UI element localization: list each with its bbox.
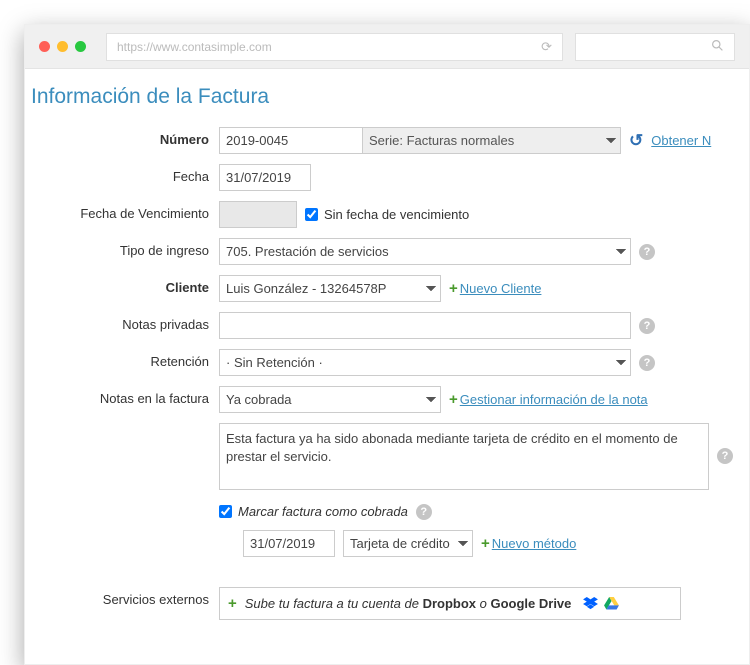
app-window: https://www.contasimple.com ⟳ Informació… xyxy=(24,24,750,665)
help-icon[interactable]: ? xyxy=(416,504,432,520)
refresh-icon[interactable]: ⟳ xyxy=(541,39,552,55)
sin-fecha-venc-check[interactable]: Sin fecha de vencimiento xyxy=(305,207,469,222)
notas-priv-input[interactable] xyxy=(219,312,631,339)
serie-select[interactable]: Serie: Facturas normales xyxy=(363,127,621,154)
row-tipo-ingreso: 705. Prestación de servicios ? xyxy=(219,238,739,265)
plus-icon: + xyxy=(228,595,237,612)
serv-ext-text: Sube tu factura a tu cuenta de Dropbox o… xyxy=(245,596,572,611)
nuevo-metodo-link[interactable]: +Nuevo método xyxy=(481,535,576,552)
search-icon xyxy=(711,39,724,55)
row-notas-priv: ? xyxy=(219,312,739,339)
nuevo-cliente-link[interactable]: +Nuevo Cliente xyxy=(449,280,541,297)
cliente-select[interactable]: Luis González - 13264578P xyxy=(219,275,441,302)
search-bar[interactable] xyxy=(575,33,735,61)
browser-toolbar: https://www.contasimple.com ⟳ xyxy=(25,25,749,69)
numero-serie-group: Serie: Facturas normales xyxy=(219,127,621,154)
url-bar[interactable]: https://www.contasimple.com ⟳ xyxy=(106,33,563,61)
notas-fact-textarea[interactable]: Esta factura ya ha sido abonada mediante… xyxy=(219,423,709,490)
gestionar-nota-link[interactable]: +Gestionar información de la nota xyxy=(449,391,648,408)
maximize-icon[interactable] xyxy=(75,41,86,52)
close-icon[interactable] xyxy=(39,41,50,52)
label-fecha: Fecha xyxy=(33,164,209,191)
invoice-form: Número Serie: Facturas normales ↻ Obtene… xyxy=(33,127,739,620)
numero-input[interactable] xyxy=(219,127,363,154)
label-retencion: Retención xyxy=(33,349,209,376)
label-numero: Número xyxy=(33,127,209,154)
row-notas-text: Esta factura ya ha sido abonada mediante… xyxy=(219,423,739,490)
cobrada-metodo-select[interactable]: Tarjeta de crédito xyxy=(343,530,473,557)
label-tipo-ingreso: Tipo de ingreso xyxy=(33,238,209,265)
dropbox-icon xyxy=(583,597,598,610)
url-text: https://www.contasimple.com xyxy=(117,40,272,54)
plus-icon: + xyxy=(481,535,490,552)
row-cobrada-detail: Tarjeta de crédito +Nuevo método xyxy=(219,530,739,557)
google-drive-icon xyxy=(604,597,619,610)
window-controls xyxy=(39,41,86,52)
label-serv-ext: Servicios externos xyxy=(33,587,209,620)
cobrada-checkbox[interactable] xyxy=(219,505,232,518)
cobrada-label: Marcar factura como cobrada xyxy=(238,504,408,519)
obtener-numero-link[interactable]: Obtener N xyxy=(651,133,711,148)
label-notas-fact: Notas en la factura xyxy=(33,386,209,413)
plus-icon: + xyxy=(449,391,458,408)
label-cliente: Cliente xyxy=(33,275,209,302)
page-title: Información de la Factura xyxy=(31,85,739,109)
row-serv-ext: + Sube tu factura a tu cuenta de Dropbox… xyxy=(219,587,739,620)
retencion-select[interactable]: · Sin Retención · xyxy=(219,349,631,376)
fecha-venc-input xyxy=(219,201,297,228)
row-notas-fact: Ya cobrada +Gestionar información de la … xyxy=(219,386,739,413)
row-fecha-venc: Sin fecha de vencimiento xyxy=(219,201,739,228)
sin-fecha-venc-label: Sin fecha de vencimiento xyxy=(324,207,469,222)
minimize-icon[interactable] xyxy=(57,41,68,52)
tipo-ingreso-select[interactable]: 705. Prestación de servicios xyxy=(219,238,631,265)
reload-icon[interactable]: ↻ xyxy=(629,131,643,151)
label-notas-priv: Notas privadas xyxy=(33,312,209,339)
row-numero: Serie: Facturas normales ↻ Obtener N xyxy=(219,127,739,154)
sin-fecha-venc-checkbox[interactable] xyxy=(305,208,318,221)
row-retencion: · Sin Retención · ? xyxy=(219,349,739,376)
servicios-externos-box[interactable]: + Sube tu factura a tu cuenta de Dropbox… xyxy=(219,587,681,620)
help-icon[interactable]: ? xyxy=(639,355,655,371)
notas-fact-select[interactable]: Ya cobrada xyxy=(219,386,441,413)
cobrada-check[interactable]: Marcar factura como cobrada xyxy=(219,504,408,519)
plus-icon: + xyxy=(449,280,458,297)
help-icon[interactable]: ? xyxy=(717,448,733,464)
help-icon[interactable]: ? xyxy=(639,244,655,260)
row-fecha xyxy=(219,164,739,191)
fecha-input[interactable] xyxy=(219,164,311,191)
label-fecha-venc: Fecha de Vencimiento xyxy=(33,201,209,228)
row-cobrada-check: Marcar factura como cobrada ? xyxy=(219,504,739,520)
help-icon[interactable]: ? xyxy=(639,318,655,334)
page-content: Información de la Factura Número Serie: … xyxy=(25,69,749,620)
cobrada-fecha-input[interactable] xyxy=(243,530,335,557)
row-cliente: Luis González - 13264578P +Nuevo Cliente xyxy=(219,275,739,302)
